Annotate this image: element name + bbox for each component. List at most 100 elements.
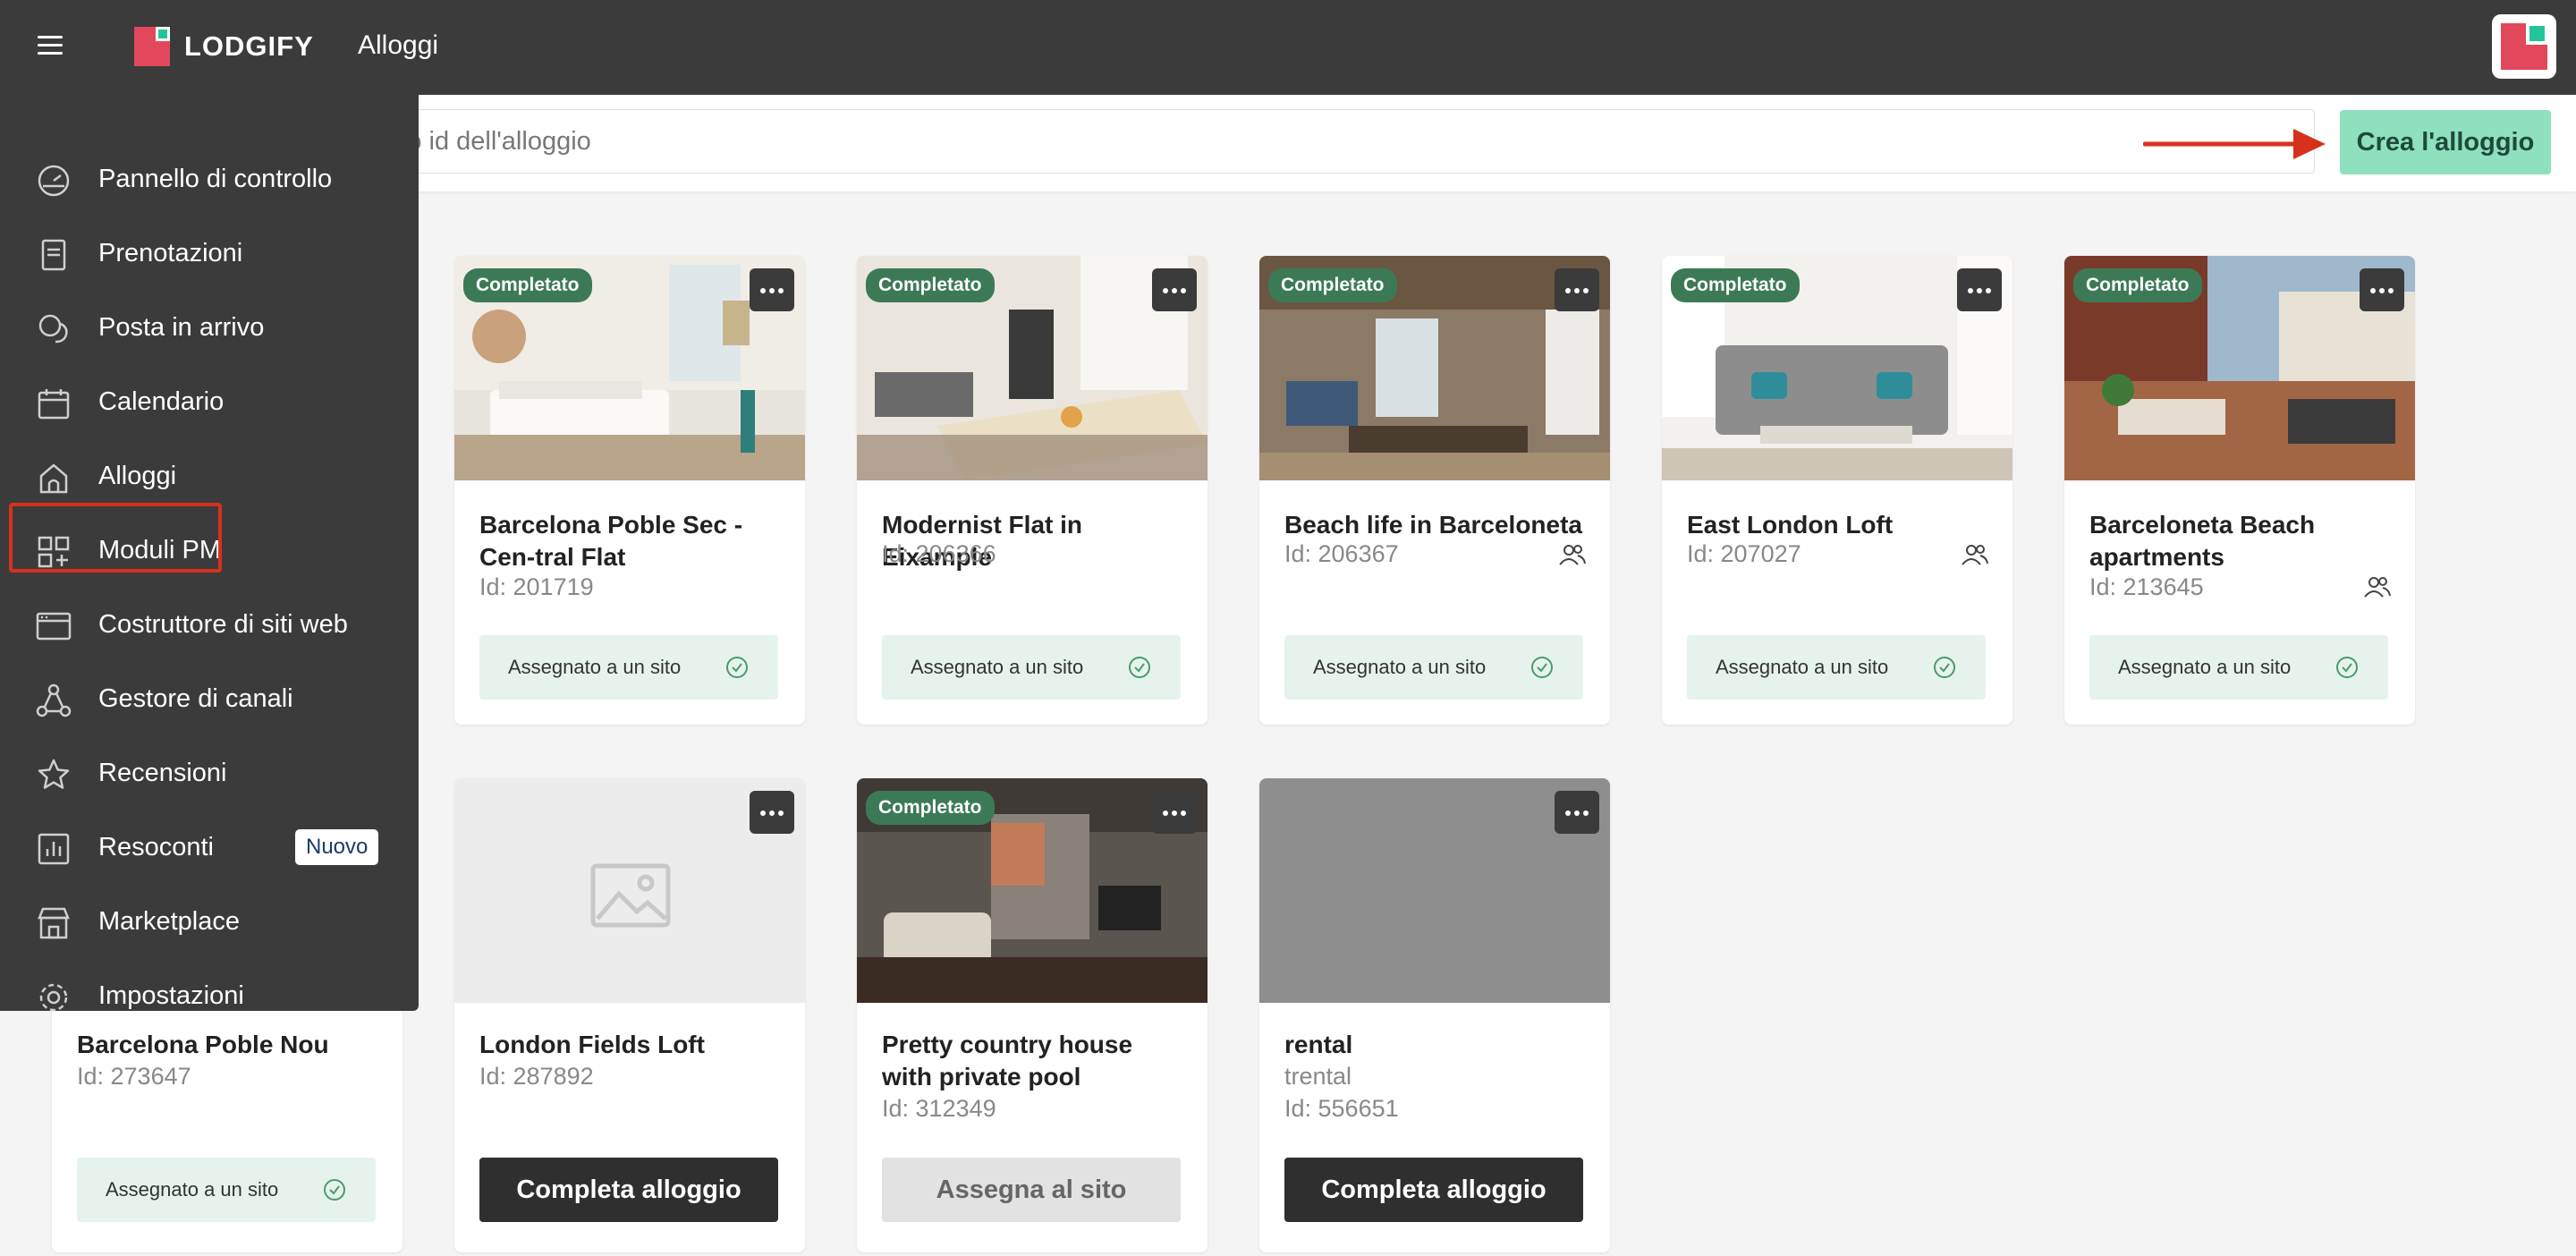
sidebar-item-label: Gestore di canali (98, 684, 293, 713)
assigned-label: Assegnato a un sito (106, 1178, 279, 1201)
status-badge: Completato (866, 268, 995, 302)
new-badge: Nuovo (295, 829, 379, 865)
bar-chart-icon (38, 833, 70, 865)
active-item-highlight (9, 503, 222, 573)
property-id: Id: 207027 (1687, 540, 1801, 567)
red-arrow-annotation (2143, 129, 2326, 159)
property-card[interactable]: London Fields Loft Id: 287892 Completa a… (454, 778, 805, 1252)
sidebar-item-inbox[interactable]: Posta in arrivo (0, 292, 419, 365)
sidebar-item-marketplace[interactable]: Marketplace (0, 886, 419, 959)
sidebar-item-dashboard[interactable]: Pannello di controllo (0, 143, 419, 216)
sidebar-item-channel-manager[interactable]: Gestore di canali (0, 663, 419, 736)
property-title[interactable]: Barcelona Poble Nou (77, 1029, 381, 1061)
sidebar-item-label: Recensioni (98, 759, 227, 787)
store-icon (38, 907, 70, 939)
status-badge: Completato (1671, 268, 1800, 302)
more-options-button[interactable] (750, 268, 794, 311)
shared-users-icon (1962, 545, 1988, 565)
more-options-button[interactable] (1152, 791, 1197, 834)
status-badge: Completato (866, 791, 995, 825)
check-circle-icon (2336, 657, 2358, 678)
assigned-status[interactable]: Assegnato a un sito (882, 635, 1181, 700)
sidebar-item-label: Costruttore di siti web (98, 610, 348, 639)
sidebar-item-label: Prenotazioni (98, 239, 243, 267)
assigned-status[interactable]: Assegnato a un sito (1687, 635, 1986, 700)
complete-property-button[interactable]: Completa alloggio (1284, 1158, 1583, 1222)
property-subtitle: trental (1284, 1063, 1352, 1090)
property-card[interactable]: rental trental Id: 556651 Completa allog… (1259, 778, 1610, 1252)
sidebar-menu: Pannello di controllo Prenotazioni Posta… (0, 95, 419, 1012)
more-options-button[interactable] (750, 791, 794, 834)
property-title[interactable]: Pretty country house with private pool (882, 1029, 1186, 1093)
property-title[interactable]: Beach life in Barceloneta (1284, 509, 1589, 541)
complete-property-button[interactable]: Completa alloggio (479, 1158, 778, 1222)
sidebar-item-calendar[interactable]: Calendario (0, 366, 419, 439)
property-card[interactable]: Completato Modernist Flat in Eixample Id… (857, 256, 1208, 725)
more-options-button[interactable] (1152, 268, 1197, 311)
more-options-button[interactable] (2360, 268, 2404, 311)
property-title[interactable]: Barcelona Poble Sec - Cen-tral Flat (479, 509, 784, 573)
check-circle-icon (726, 657, 748, 678)
property-card[interactable]: Completato Barcelona Poble Sec - Cen-tra… (454, 256, 805, 725)
property-id: Id: 201719 (479, 573, 594, 600)
property-title[interactable]: East London Loft (1687, 509, 1991, 541)
property-id: Id: 273647 (77, 1063, 191, 1090)
check-circle-icon (1129, 657, 1150, 678)
assigned-status[interactable]: Assegnato a un sito (77, 1158, 376, 1222)
sidebar-item-reports[interactable]: Resoconti Nuovo (0, 811, 419, 885)
more-options-button[interactable] (1957, 268, 2002, 311)
property-card[interactable]: Completato Beach life in Barceloneta Id:… (1259, 256, 1610, 725)
sidebar-item-label: Impostazioni (98, 981, 244, 1010)
property-id: Id: 206366 (882, 540, 996, 567)
assigned-status[interactable]: Assegnato a un sito (2089, 635, 2388, 700)
sidebar-item-label: Alloggi (98, 462, 177, 490)
assigned-status[interactable]: Assegnato a un sito (1284, 635, 1583, 700)
check-circle-icon (1531, 657, 1553, 678)
assigned-label: Assegnato a un sito (1716, 656, 1889, 678)
sidebar-item-reviews[interactable]: Recensioni (0, 737, 419, 810)
sidebar-item-label: Posta in arrivo (98, 313, 265, 342)
more-options-button[interactable] (1555, 268, 1599, 311)
more-options-button[interactable] (1555, 791, 1599, 834)
create-property-button[interactable]: Crea l'alloggio (2340, 110, 2551, 174)
shared-users-icon (2364, 577, 2391, 598)
page-title: Alloggi (358, 30, 439, 60)
shared-users-icon (1559, 545, 1586, 565)
property-id: Id: 287892 (479, 1063, 594, 1090)
sidebar-item-website-builder[interactable]: Costruttore di siti web (0, 589, 419, 662)
browser-icon (36, 612, 72, 641)
property-card[interactable]: Completato Pretty country house with pri… (857, 778, 1208, 1252)
home-icon (39, 463, 68, 494)
property-id: Id: 556651 (1284, 1095, 1399, 1122)
channels-icon (36, 683, 72, 717)
assigned-status[interactable]: Assegnato a un sito (479, 635, 778, 700)
status-badge: Completato (463, 268, 592, 302)
assigned-label: Assegnato a un sito (508, 656, 682, 678)
assign-to-site-button[interactable]: Assegna al sito (882, 1158, 1181, 1222)
property-title[interactable]: London Fields Loft (479, 1029, 784, 1061)
assigned-label: Assegnato a un sito (2118, 656, 2292, 678)
chat-icon (38, 314, 68, 344)
hamburger-menu-icon[interactable] (38, 36, 63, 57)
assigned-label: Assegnato a un sito (1313, 656, 1487, 678)
check-circle-icon (324, 1179, 345, 1201)
user-avatar[interactable] (2492, 14, 2556, 79)
property-id: Id: 312349 (882, 1095, 996, 1122)
book-icon (41, 239, 66, 271)
lodgify-logo[interactable]: LODGIFY (134, 27, 314, 66)
lodgify-logo-mark (134, 27, 170, 66)
sidebar-item-label: Calendario (98, 387, 225, 416)
dashboard-icon (38, 165, 70, 197)
property-card[interactable]: Completato East London Loft Id: 207027 A… (1662, 256, 2012, 725)
property-card[interactable]: Completato Barceloneta Beach apartments … (2064, 256, 2415, 725)
property-id: Id: 213645 (2089, 573, 2204, 600)
property-id: Id: 206367 (1284, 540, 1399, 567)
property-title[interactable]: rental (1284, 1029, 1589, 1061)
brand-name: LODGIFY (184, 30, 314, 62)
sidebar-item-settings[interactable]: Impostazioni (0, 960, 419, 1033)
sidebar-item-label: Resoconti (98, 833, 214, 861)
sidebar-item-bookings[interactable]: Prenotazioni (0, 217, 419, 291)
calendar-icon (38, 389, 70, 420)
search-input[interactable] (358, 109, 2315, 174)
property-title[interactable]: Barceloneta Beach apartments (2089, 509, 2394, 573)
